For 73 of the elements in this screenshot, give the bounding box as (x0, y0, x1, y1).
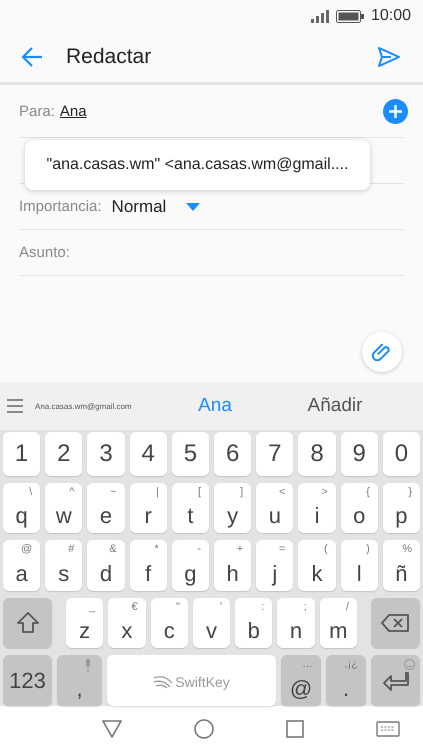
microphone-icon (84, 659, 92, 672)
send-icon[interactable] (377, 46, 401, 68)
shift-key[interactable] (3, 598, 52, 648)
symbol-key[interactable]: … @ (281, 655, 321, 706)
letter-key[interactable]: | r (130, 482, 167, 534)
letter-key[interactable]: / m (320, 598, 357, 648)
letter-key[interactable]: ^ w (45, 482, 82, 534)
number-key[interactable]: 3 (87, 432, 125, 476)
letter-key[interactable]: = j (256, 540, 294, 591)
letter-key[interactable]: \ q (3, 482, 40, 534)
brand-label: SwiftKey (175, 674, 230, 690)
letter-key[interactable]: " c (150, 598, 188, 648)
letter-key[interactable]: : b (235, 598, 272, 648)
letter-key[interactable]: [ t (172, 482, 210, 534)
backspace-key[interactable] (370, 598, 420, 648)
menu-icon[interactable] (7, 399, 23, 413)
letter-key[interactable]: ; n (277, 598, 315, 648)
swoosh-icon (153, 674, 174, 689)
attach-button[interactable] (362, 332, 402, 372)
letter-key[interactable]: ' v (192, 598, 230, 648)
letter-key[interactable]: } p (382, 482, 420, 534)
home-icon[interactable] (194, 719, 214, 739)
enter-key[interactable] (371, 655, 420, 706)
letter-key[interactable]: < u (256, 482, 294, 534)
smiley-icon (404, 659, 415, 670)
number-key[interactable]: 8 (298, 432, 336, 476)
recipient-chip[interactable]: Ana (60, 102, 383, 120)
keyboard-icon[interactable] (376, 721, 400, 737)
letter-key[interactable]: - g (172, 540, 210, 591)
recents-icon[interactable] (286, 720, 304, 738)
number-key[interactable]: 4 (130, 432, 167, 476)
enter-icon (382, 670, 408, 691)
letter-key[interactable]: # s (45, 540, 82, 591)
shift-icon (16, 611, 40, 636)
status-time: 10:00 (370, 7, 411, 25)
letter-key[interactable]: & d (87, 540, 125, 591)
to-label: Para: (19, 102, 55, 120)
letter-key[interactable]: ( k (298, 540, 336, 591)
battery-icon (336, 10, 364, 22)
backspace-icon (381, 614, 410, 632)
number-key[interactable]: 7 (256, 432, 294, 476)
dropdown-caret-icon[interactable] (186, 202, 200, 210)
comma-key[interactable]: , (57, 655, 102, 706)
number-key[interactable]: 1 (3, 432, 40, 476)
importance-value[interactable]: Normal (112, 196, 166, 216)
add-contact-icon[interactable] (383, 98, 408, 124)
back-icon[interactable] (102, 720, 122, 738)
letter-key[interactable]: @ a (3, 540, 40, 591)
letter-key[interactable]: * f (130, 540, 167, 591)
letter-key[interactable]: ) l (340, 540, 378, 591)
mode-key[interactable]: 123 (3, 655, 52, 706)
letter-key[interactable]: _ z (66, 598, 104, 648)
letter-key[interactable]: + h (214, 540, 252, 591)
letter-key[interactable]: ] y (214, 482, 252, 534)
letter-key[interactable]: % ñ (382, 540, 420, 591)
letter-key[interactable]: ~ e (87, 482, 125, 534)
screen-title: Redactar (66, 45, 152, 69)
subject-label: Asunto: (19, 244, 70, 261)
number-key[interactable]: 9 (340, 432, 378, 476)
word-suggestion[interactable]: Añadir (275, 395, 395, 417)
importance-label: Importancia: (19, 198, 102, 215)
symbol-key[interactable]: ,¡¿ . (326, 655, 366, 706)
contact-suggestion[interactable]: "ana.casas.wm" <ana.casas.wm@gmail.... (25, 140, 370, 190)
back-arrow-icon[interactable] (20, 46, 44, 68)
number-key[interactable]: 0 (382, 432, 420, 476)
clipboard-email[interactable]: Ana.casas.wm@gmail.com (35, 402, 155, 410)
signal-icon (310, 10, 329, 22)
letter-key[interactable]: € x (108, 598, 146, 648)
number-key[interactable]: 2 (45, 432, 82, 476)
number-key[interactable]: 5 (172, 432, 210, 476)
letter-key[interactable]: { o (340, 482, 378, 534)
number-key[interactable]: 6 (214, 432, 252, 476)
letter-key[interactable]: > i (298, 482, 336, 534)
